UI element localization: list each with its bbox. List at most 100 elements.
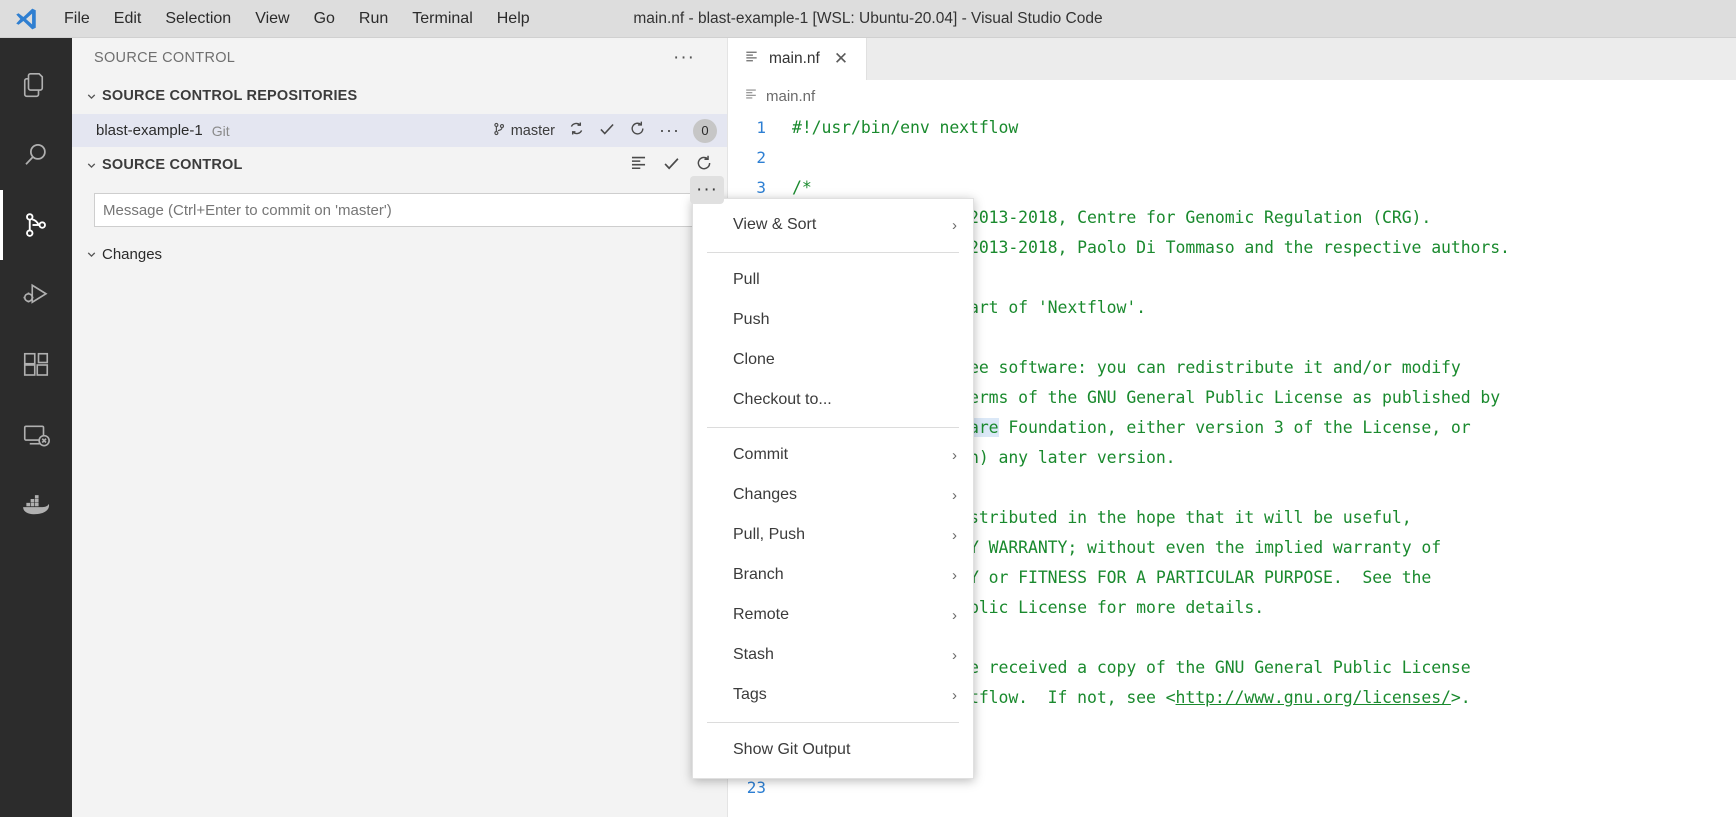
chevron-down-icon bbox=[80, 159, 102, 172]
menu-item-commit[interactable]: Commit › bbox=[693, 435, 973, 475]
menu-item-clone[interactable]: Clone bbox=[693, 340, 973, 380]
code-line: 1#!/usr/bin/env nextflow bbox=[728, 112, 1736, 142]
source-control-icon bbox=[21, 210, 51, 240]
menu-separator bbox=[707, 427, 959, 428]
menu-item-label: Commit bbox=[733, 446, 788, 464]
license-url-link[interactable]: http://www.gnu.org/licenses/ bbox=[1176, 688, 1451, 707]
menu-bar: File Edit Selection View Go Run Terminal… bbox=[52, 5, 542, 33]
vscode-logo-icon bbox=[0, 6, 52, 32]
menu-separator bbox=[707, 252, 959, 253]
menu-item-pull-push[interactable]: Pull, Push › bbox=[693, 515, 973, 555]
title-bar: File Edit Selection View Go Run Terminal… bbox=[0, 0, 1736, 38]
menu-edit[interactable]: Edit bbox=[102, 5, 154, 33]
changes-group-header[interactable]: Changes bbox=[72, 235, 727, 273]
chevron-right-icon: › bbox=[952, 687, 957, 704]
menu-item-stash[interactable]: Stash › bbox=[693, 635, 973, 675]
section-source-control-repositories[interactable]: SOURCE CONTROL REPOSITORIES bbox=[72, 78, 727, 114]
repository-row-blast-example-1[interactable]: blast-example-1 Git master bbox=[72, 114, 727, 147]
view-as-tree-icon[interactable] bbox=[629, 154, 648, 177]
activitybar-item-extensions[interactable] bbox=[0, 330, 72, 400]
menu-separator bbox=[707, 722, 959, 723]
menu-item-label: Pull bbox=[733, 271, 760, 289]
line-number: 23 bbox=[728, 778, 792, 797]
close-icon[interactable]: ✕ bbox=[830, 49, 852, 69]
chevron-right-icon: › bbox=[952, 447, 957, 464]
code-line: 2 bbox=[728, 142, 1736, 172]
menu-item-label: Changes bbox=[733, 486, 797, 504]
menu-item-pull[interactable]: Pull bbox=[693, 260, 973, 300]
menu-view[interactable]: View bbox=[243, 5, 301, 33]
menu-terminal[interactable]: Terminal bbox=[400, 5, 484, 33]
activity-bar bbox=[0, 38, 72, 817]
section-label: SOURCE CONTROL REPOSITORIES bbox=[102, 88, 357, 104]
changes-count-badge: 0 bbox=[693, 119, 717, 143]
branch-indicator[interactable]: master bbox=[492, 121, 555, 141]
refresh-icon[interactable] bbox=[695, 154, 713, 176]
nextflow-file-icon bbox=[744, 49, 759, 69]
menu-item-view-and-sort[interactable]: View & Sort › bbox=[693, 205, 973, 245]
changes-group-label: Changes bbox=[102, 246, 162, 263]
chevron-right-icon: › bbox=[952, 607, 957, 624]
breadcrumb[interactable]: main.nf bbox=[728, 80, 1736, 112]
commit-check-icon[interactable] bbox=[598, 120, 616, 142]
menu-item-label: Pull, Push bbox=[733, 526, 805, 544]
nextflow-file-icon bbox=[744, 87, 758, 105]
menu-item-label: View & Sort bbox=[733, 216, 816, 234]
git-context-menu: View & Sort › Pull Push Clone Checkout t… bbox=[692, 198, 974, 779]
menu-item-show-git-output[interactable]: Show Git Output bbox=[693, 730, 973, 770]
sync-changes-icon[interactable] bbox=[568, 120, 585, 141]
chevron-right-icon: › bbox=[952, 527, 957, 544]
menu-file[interactable]: File bbox=[52, 5, 102, 33]
chevron-right-icon: › bbox=[952, 647, 957, 664]
line-number: 2 bbox=[728, 148, 792, 167]
sidebar-title-label: SOURCE CONTROL bbox=[94, 50, 235, 66]
menu-item-label: Remote bbox=[733, 606, 789, 624]
branch-name: master bbox=[511, 123, 555, 139]
menu-help[interactable]: Help bbox=[485, 5, 542, 33]
activitybar-item-explorer[interactable] bbox=[0, 50, 72, 120]
menu-item-label: Branch bbox=[733, 566, 784, 584]
source-control-more-actions-button[interactable]: ··· bbox=[690, 176, 724, 204]
docker-icon bbox=[21, 492, 51, 518]
refresh-icon[interactable] bbox=[629, 120, 646, 141]
tab-main-nf[interactable]: main.nf ✕ bbox=[728, 38, 867, 80]
git-branch-icon bbox=[492, 121, 506, 141]
repository-more-actions-icon[interactable]: ··· bbox=[659, 120, 680, 141]
menu-item-label: Clone bbox=[733, 351, 775, 369]
editor-tab-bar: main.nf ✕ bbox=[728, 38, 1736, 80]
menu-item-remote[interactable]: Remote › bbox=[693, 595, 973, 635]
commit-message-box[interactable] bbox=[94, 193, 713, 227]
section-source-control[interactable]: SOURCE CONTROL bbox=[72, 147, 727, 183]
line-content: /* bbox=[792, 178, 812, 197]
repository-kind: Git bbox=[212, 123, 230, 139]
activitybar-item-docker[interactable] bbox=[0, 470, 72, 540]
vscode-window: File Edit Selection View Go Run Terminal… bbox=[0, 0, 1736, 817]
menu-run[interactable]: Run bbox=[347, 5, 400, 33]
menu-item-label: Tags bbox=[733, 686, 767, 704]
chevron-down-icon bbox=[80, 90, 102, 103]
sidebar-header: SOURCE CONTROL ··· bbox=[72, 38, 727, 78]
menu-selection[interactable]: Selection bbox=[153, 5, 243, 33]
chevron-right-icon: › bbox=[952, 567, 957, 584]
extensions-icon bbox=[21, 350, 51, 380]
activitybar-item-remote-explorer[interactable] bbox=[0, 400, 72, 470]
menu-item-label: Checkout to... bbox=[733, 391, 832, 409]
chevron-right-icon: › bbox=[952, 487, 957, 504]
menu-item-branch[interactable]: Branch › bbox=[693, 555, 973, 595]
more-actions-icon[interactable]: ··· bbox=[673, 47, 707, 69]
commit-check-icon[interactable] bbox=[662, 154, 681, 177]
line-number: 3 bbox=[728, 178, 792, 197]
menu-item-changes[interactable]: Changes › bbox=[693, 475, 973, 515]
activitybar-item-run-and-debug[interactable] bbox=[0, 260, 72, 330]
menu-item-tags[interactable]: Tags › bbox=[693, 675, 973, 715]
activitybar-item-search[interactable] bbox=[0, 120, 72, 190]
run-debug-icon bbox=[21, 280, 51, 310]
menu-go[interactable]: Go bbox=[302, 5, 347, 33]
menu-item-checkout-to[interactable]: Checkout to... bbox=[693, 380, 973, 420]
activitybar-item-source-control[interactable] bbox=[0, 190, 72, 260]
breadcrumb-label: main.nf bbox=[766, 88, 815, 105]
menu-item-push[interactable]: Push bbox=[693, 300, 973, 340]
commit-message-input[interactable] bbox=[103, 202, 704, 219]
line-content: #!/usr/bin/env nextflow bbox=[792, 118, 1018, 137]
menu-item-label: Show Git Output bbox=[733, 741, 850, 759]
